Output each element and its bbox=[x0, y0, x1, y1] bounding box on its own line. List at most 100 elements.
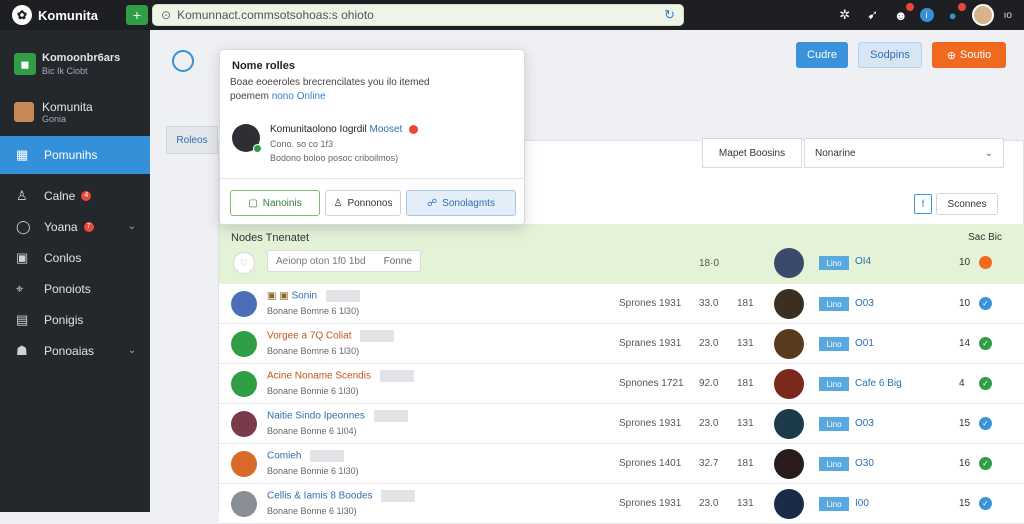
heart-icon[interactable]: ♡ bbox=[233, 252, 255, 274]
row-avatar[interactable] bbox=[231, 291, 257, 317]
popup-title: Nome rolles bbox=[232, 60, 295, 72]
row-chip bbox=[360, 330, 395, 342]
table-row[interactable]: ▣ ▣ Sonin Bonane Bomne 6 1Ɩ30) Sprones 1… bbox=[219, 284, 1024, 324]
row-title[interactable]: Cellis & Iamis 8 Boodes bbox=[267, 490, 416, 502]
table-row[interactable]: Naitie Sindo Ipeonnes Bonane Bonne 6 1Ɩ0… bbox=[219, 404, 1024, 444]
status-check-icon[interactable]: ✓ bbox=[979, 497, 992, 510]
popup-green-button[interactable]: ▢ Nanoinis bbox=[230, 190, 320, 216]
featured-tag: Lino bbox=[819, 256, 849, 270]
user-avatar[interactable] bbox=[971, 4, 994, 26]
row-thumbnail[interactable] bbox=[774, 409, 804, 439]
row-avatar[interactable] bbox=[231, 451, 257, 477]
row-chip bbox=[325, 290, 360, 302]
row-title[interactable]: Acine Noname Scendis bbox=[267, 370, 414, 382]
language-switch[interactable]: ıo bbox=[1004, 10, 1012, 21]
puzzle-icon[interactable]: ✲ bbox=[836, 6, 854, 24]
row-tag: Lino bbox=[819, 417, 849, 431]
row-avatar[interactable] bbox=[231, 491, 257, 517]
row-title[interactable]: Naitie Sindo Ipeonnes bbox=[267, 410, 408, 422]
sidebar-header-title: Komoonbr6ars bbox=[42, 52, 121, 64]
sidebar-header[interactable]: ◼ Komoonbr6ars Bic Ik Ciobt bbox=[0, 30, 150, 76]
filter-select[interactable]: Nonarine ⌄ bbox=[804, 138, 1004, 168]
row-thumbnail[interactable] bbox=[774, 289, 804, 319]
popup-name-accent[interactable]: Mooset bbox=[370, 124, 403, 135]
alert-dot-icon bbox=[409, 124, 419, 134]
table-row[interactable]: Acine Noname Scendis Bonane Bonnie 6 1Ɩ3… bbox=[219, 364, 1024, 404]
filter-label[interactable]: Mapet Boosins bbox=[702, 138, 802, 168]
row-avatar[interactable] bbox=[231, 371, 257, 397]
popup-white-button[interactable]: ♙ Ponnonos bbox=[325, 190, 401, 216]
sidebar-item-label: Pomunihs bbox=[44, 148, 98, 162]
row-date: Sprones 1401 bbox=[619, 458, 682, 469]
notification-icon[interactable]: ☻ bbox=[892, 3, 914, 24]
sidebar-user-sub: Gonia bbox=[42, 114, 67, 124]
orange-action-button[interactable]: ⊕ Soutio bbox=[932, 42, 1006, 68]
primary-button[interactable]: Cudre bbox=[796, 42, 848, 68]
featured-input[interactable]: Aeionp oton 1f0 1bd Fonne bbox=[267, 250, 421, 272]
chevron-down-icon[interactable]: ⌄ bbox=[128, 345, 136, 356]
sidebar-user[interactable]: Komunita Gonia bbox=[0, 76, 150, 124]
row-count: 10 bbox=[959, 298, 971, 309]
status-check-icon[interactable]: ✓ bbox=[979, 297, 992, 310]
sidebar-item-pages[interactable]: ▤ Ponigis bbox=[0, 304, 150, 335]
sidebar-item-users[interactable]: ♙ Calne 4 bbox=[0, 180, 150, 211]
row-title[interactable]: Comieh bbox=[267, 450, 345, 462]
featured-thumbnail[interactable] bbox=[774, 248, 804, 278]
row-subtitle: Bonane Bonne 6 1Ɩ30) bbox=[267, 506, 357, 516]
featured-sort[interactable]: Sac Bic bbox=[968, 232, 1002, 243]
alert-icon[interactable]: ● bbox=[944, 3, 966, 24]
row-thumbnail[interactable] bbox=[774, 369, 804, 399]
sidebar-item-chat[interactable]: ◯ Yoana 7 ⌄ bbox=[0, 211, 150, 242]
row-avatar[interactable] bbox=[231, 411, 257, 437]
featured-status-icon[interactable] bbox=[979, 256, 992, 269]
popup-card: Nome rolles Boae eoeeroles brecrencilate… bbox=[219, 49, 525, 225]
search-button[interactable]: Sconnes bbox=[936, 193, 998, 215]
alert-badge bbox=[957, 3, 966, 11]
community-icon: ◼ bbox=[14, 53, 36, 75]
info-icon[interactable]: i bbox=[919, 8, 934, 22]
sidebar-item-locations[interactable]: ⌖ Ponoiots bbox=[0, 273, 150, 304]
row-title[interactable]: ▣ ▣ Sonin bbox=[267, 290, 360, 302]
status-check-icon[interactable]: ✓ bbox=[979, 377, 992, 390]
row-subtitle: Bonane Bomne 6 1Ɩ30) bbox=[267, 346, 360, 356]
popup-online-link[interactable]: nono Online bbox=[272, 91, 326, 102]
secondary-button[interactable]: Sodpins bbox=[858, 42, 922, 68]
search-icon: ⊙ bbox=[161, 8, 172, 22]
table-row[interactable]: Cellis & Iamis 8 Boodes Bonane Bonne 6 1… bbox=[219, 484, 1024, 524]
rocket-icon[interactable]: ➹ bbox=[864, 6, 882, 24]
globe-icon[interactable] bbox=[172, 50, 194, 72]
sidebar-item-home[interactable]: ▦ Pomunihs bbox=[0, 136, 150, 174]
reload-icon[interactable]: ↻ bbox=[664, 7, 675, 23]
status-check-icon[interactable]: ✓ bbox=[979, 417, 992, 430]
table-row[interactable]: Vorgee a 7Q Coliat Bonane Bomne 6 1Ɩ30) … bbox=[219, 324, 1024, 364]
table-row[interactable]: Comieh Bonane Bonnie 6 1Ɩ30) Sprones 140… bbox=[219, 444, 1024, 484]
row-count: 16 bbox=[959, 458, 971, 469]
document-icon: ▤ bbox=[16, 311, 29, 327]
new-tab-button[interactable]: + bbox=[126, 5, 148, 25]
row-code: I00 bbox=[855, 498, 869, 509]
row-thumbnail[interactable] bbox=[774, 489, 804, 519]
popup-blue-button[interactable]: ☍ Sonolagmts bbox=[406, 190, 516, 216]
status-check-icon[interactable]: ✓ bbox=[979, 337, 992, 350]
row-value: 23.0 bbox=[699, 338, 719, 349]
row-value: 131 bbox=[737, 338, 754, 349]
row-title[interactable]: Vorgee a 7Q Coliat bbox=[267, 330, 395, 342]
row-title-prefix: ▣ ▣ bbox=[267, 290, 289, 302]
status-check-icon[interactable]: ✓ bbox=[979, 457, 992, 470]
row-thumbnail[interactable] bbox=[774, 449, 804, 479]
url-bar[interactable]: ⊙ Komunnact.commsotsohoas:s ohioto ↻ bbox=[152, 4, 684, 26]
sidebar-item-people[interactable]: ☗ Ponoaias ⌄ bbox=[0, 335, 150, 366]
sidebar-item-label: Conlos bbox=[44, 250, 82, 265]
row-tag: Lino bbox=[819, 377, 849, 391]
row-thumbnail[interactable] bbox=[774, 329, 804, 359]
sidebar-item-images[interactable]: ▣ Conlos bbox=[0, 242, 150, 273]
online-status-icon bbox=[253, 144, 262, 153]
chevron-down-icon[interactable]: ⌄ bbox=[128, 221, 136, 232]
image-icon: ▣ bbox=[16, 249, 29, 265]
sort-icon[interactable]: f bbox=[914, 194, 932, 214]
row-chip bbox=[373, 410, 408, 422]
sidebar-header-sub: Bic Ik Ciobt bbox=[42, 66, 88, 76]
tab-roles[interactable]: Roleos bbox=[166, 126, 218, 154]
brand-logo[interactable]: ✿ Komunita bbox=[0, 5, 120, 25]
row-avatar[interactable] bbox=[231, 331, 257, 357]
